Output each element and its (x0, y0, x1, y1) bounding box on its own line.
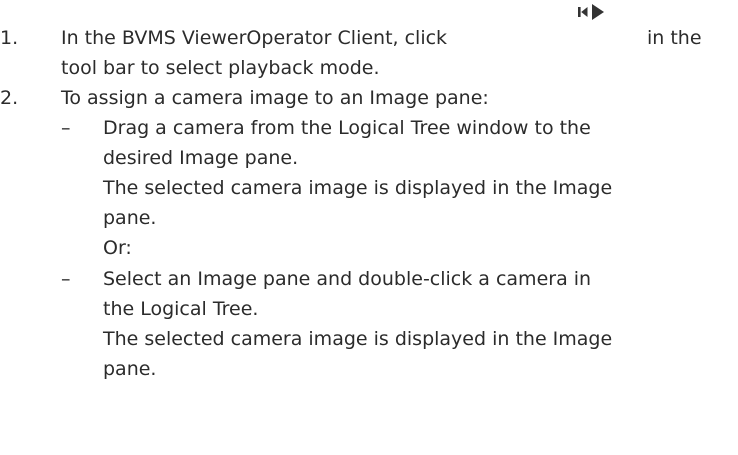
option-2-text-line1: Select an Image pane and double-click a … (103, 268, 592, 290)
playback-mode-icon (578, 4, 604, 20)
option-1-text-line2: desired Image pane. (103, 147, 299, 169)
step-1-text-end: in the (647, 27, 702, 49)
option-1-result-line1: The selected camera image is displayed i… (103, 177, 613, 199)
option-1-result-line2: pane. (103, 207, 157, 229)
step-1-number: 1. (0, 27, 19, 49)
option-or-text: Or: (103, 237, 132, 259)
option-1-bullet: – (61, 117, 71, 139)
step-1-text-start: In the BVMS ViewerOperator Client, click (61, 27, 448, 49)
option-2-result-line2: pane. (103, 358, 157, 380)
option-1-text-line1: Drag a camera from the Logical Tree wind… (103, 117, 591, 139)
step-2-text: To assign a camera image to an Image pan… (61, 87, 489, 109)
option-2-text-line2: the Logical Tree. (103, 298, 259, 320)
option-2-result-line1: The selected camera image is displayed i… (103, 328, 613, 350)
step-2-number: 2. (0, 87, 19, 109)
option-2-bullet: – (61, 268, 71, 290)
step-1-text-line2: tool bar to select playback mode. (61, 57, 380, 79)
